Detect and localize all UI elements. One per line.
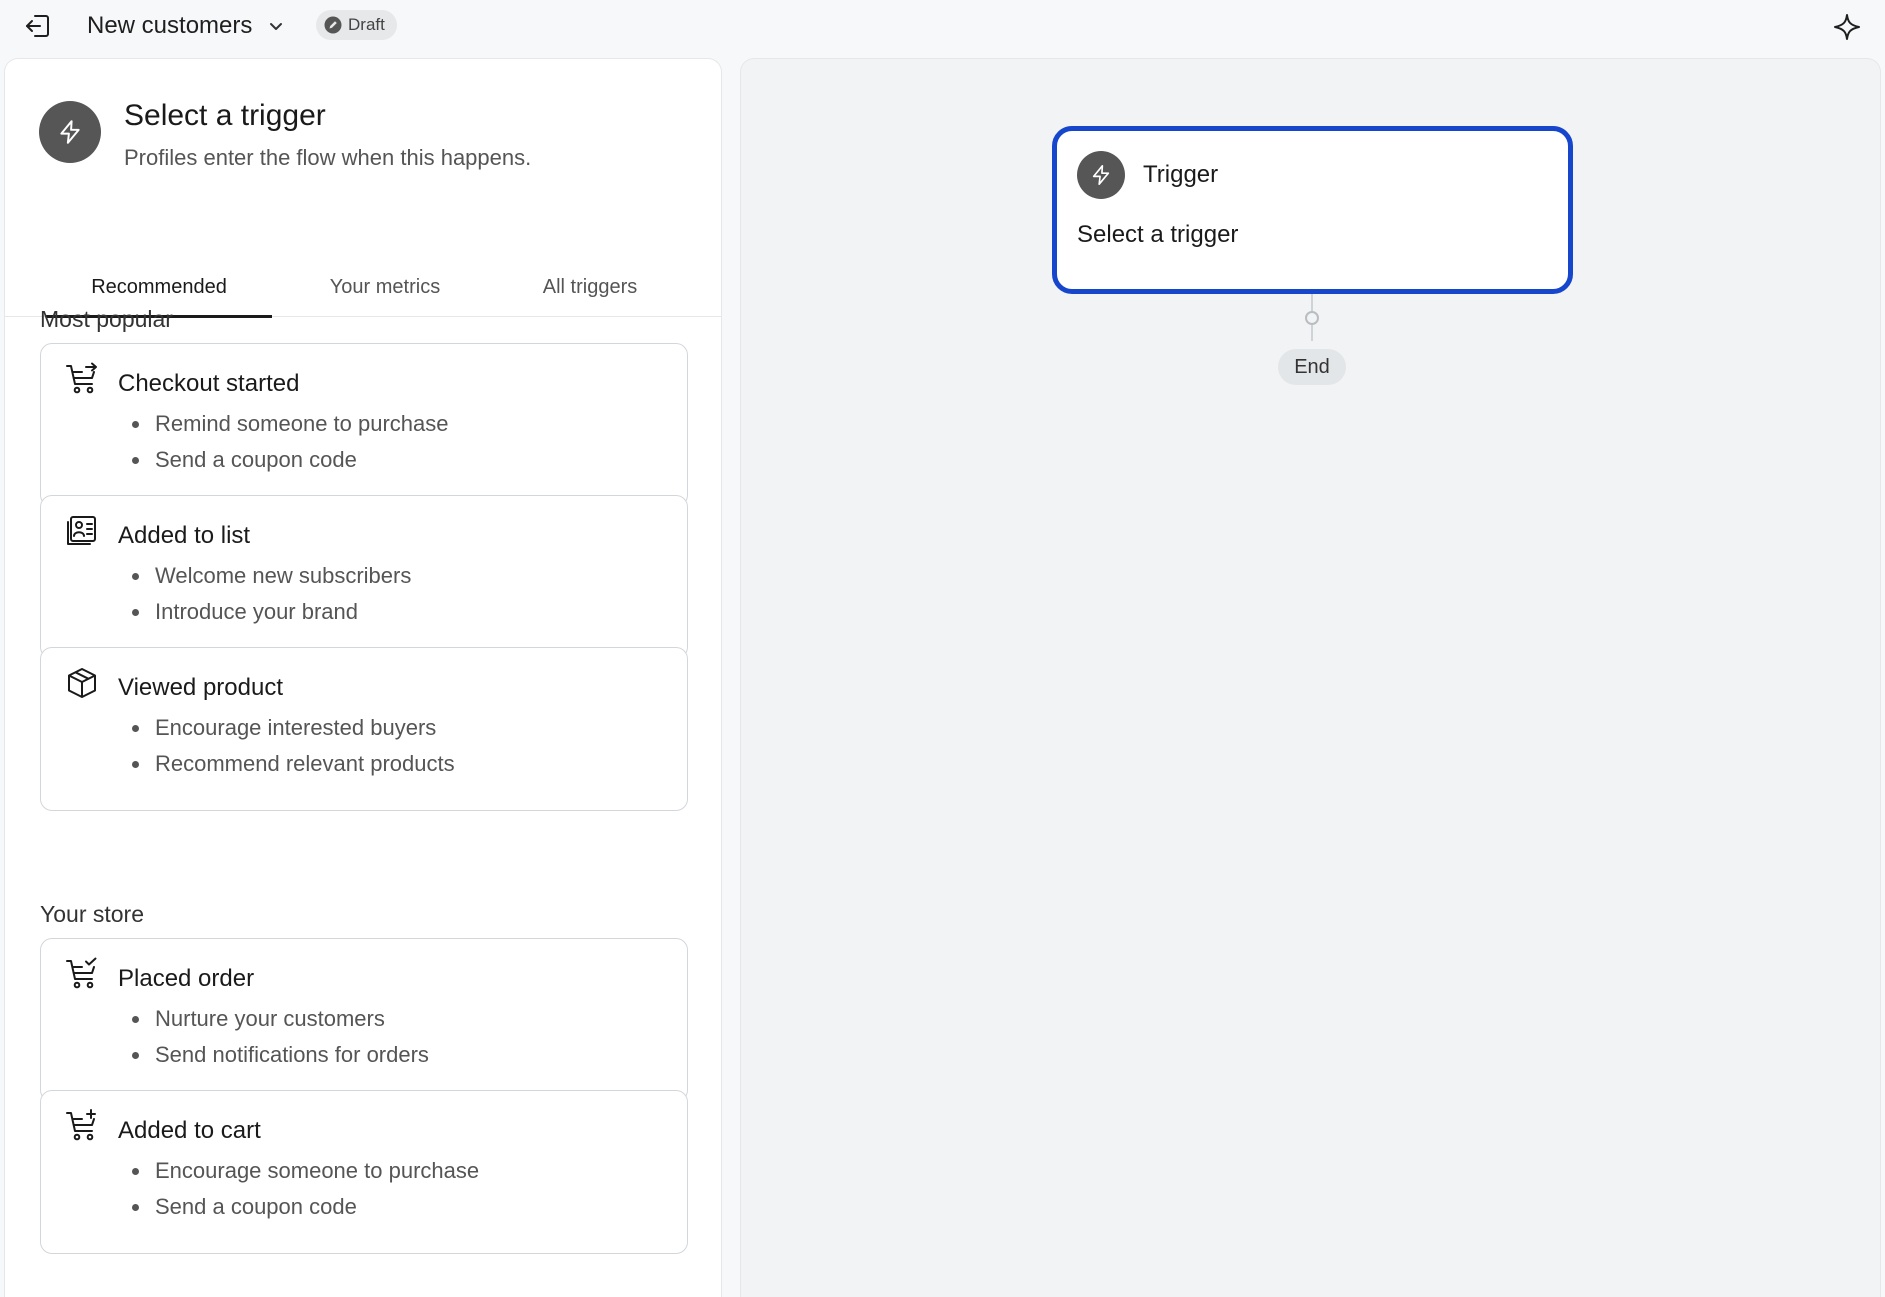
tab-all-triggers[interactable]: All triggers — [495, 257, 685, 317]
card-bullets: Remind someone to purchase Send a coupon… — [118, 406, 449, 478]
status-label: Draft — [348, 15, 385, 34]
top-bar: New customers Draft — [0, 0, 1885, 54]
end-node: End — [1278, 349, 1346, 385]
cart-plus-icon — [65, 1109, 99, 1143]
sparkle-icon[interactable] — [1832, 12, 1862, 42]
flow-canvas[interactable]: Trigger Select a trigger End — [740, 58, 1881, 1297]
lightning-icon — [39, 101, 101, 163]
trigger-card-viewed-product[interactable]: Viewed product Encourage interested buye… — [40, 647, 688, 811]
section-label-your-store: Your store — [40, 901, 144, 927]
card-bullet: Nurture your customers — [118, 1001, 429, 1037]
card-bullet: Recommend relevant products — [118, 746, 455, 782]
trigger-node[interactable]: Trigger Select a trigger — [1052, 126, 1573, 294]
contact-list-icon — [65, 514, 99, 548]
card-bullets: Nurture your customers Send notification… — [118, 1001, 429, 1073]
tab-your-metrics[interactable]: Your metrics — [290, 257, 480, 317]
card-bullets: Encourage interested buyers Recommend re… — [118, 710, 455, 782]
section-label-most-popular: Most popular — [40, 306, 173, 332]
card-bullet: Send a coupon code — [118, 442, 449, 478]
card-bullets: Welcome new subscribers Introduce your b… — [118, 558, 411, 630]
panel-subtitle: Profiles enter the flow when this happen… — [124, 145, 532, 170]
panel-title: Select a trigger — [124, 99, 326, 132]
cart-check-icon — [65, 957, 99, 991]
card-bullet: Send notifications for orders — [118, 1037, 429, 1073]
flow-name-dropdown[interactable]: New customers — [87, 10, 284, 42]
exit-icon[interactable] — [24, 12, 52, 40]
chevron-down-icon — [268, 18, 284, 34]
card-title: Viewed product — [118, 674, 283, 701]
card-title: Added to cart — [118, 1117, 261, 1144]
trigger-card-checkout-started[interactable]: Checkout started Remind someone to purch… — [40, 343, 688, 507]
connector-line — [1311, 294, 1313, 312]
connector-dot[interactable] — [1305, 311, 1319, 325]
trigger-card-added-to-cart[interactable]: Added to cart Encourage someone to purch… — [40, 1090, 688, 1254]
panel-header: Select a trigger Profiles enter the flow… — [5, 59, 721, 259]
trigger-card-placed-order[interactable]: Placed order Nurture your customers Send… — [40, 938, 688, 1102]
trigger-selection-panel: Select a trigger Profiles enter the flow… — [4, 58, 722, 1297]
card-bullet: Introduce your brand — [118, 594, 411, 630]
trigger-card-added-to-list[interactable]: Added to list Welcome new subscribers In… — [40, 495, 688, 659]
node-subtitle: Select a trigger — [1077, 221, 1239, 248]
cart-arrow-icon — [65, 362, 99, 396]
status-badge: Draft — [316, 10, 397, 40]
card-bullet: Encourage interested buyers — [118, 710, 455, 746]
edit-icon — [324, 16, 342, 34]
card-title: Checkout started — [118, 370, 300, 397]
package-icon — [65, 666, 99, 700]
lightning-icon — [1077, 151, 1125, 199]
connector-line — [1311, 325, 1313, 341]
card-bullet: Welcome new subscribers — [118, 558, 411, 594]
flow-name: New customers — [87, 12, 253, 39]
card-bullet: Send a coupon code — [118, 1189, 479, 1225]
card-bullets: Encourage someone to purchase Send a cou… — [118, 1153, 479, 1225]
card-bullet: Encourage someone to purchase — [118, 1153, 479, 1189]
card-bullet: Remind someone to purchase — [118, 406, 449, 442]
card-title: Added to list — [118, 522, 251, 549]
node-title: Trigger — [1143, 161, 1219, 188]
card-title: Placed order — [118, 965, 255, 992]
